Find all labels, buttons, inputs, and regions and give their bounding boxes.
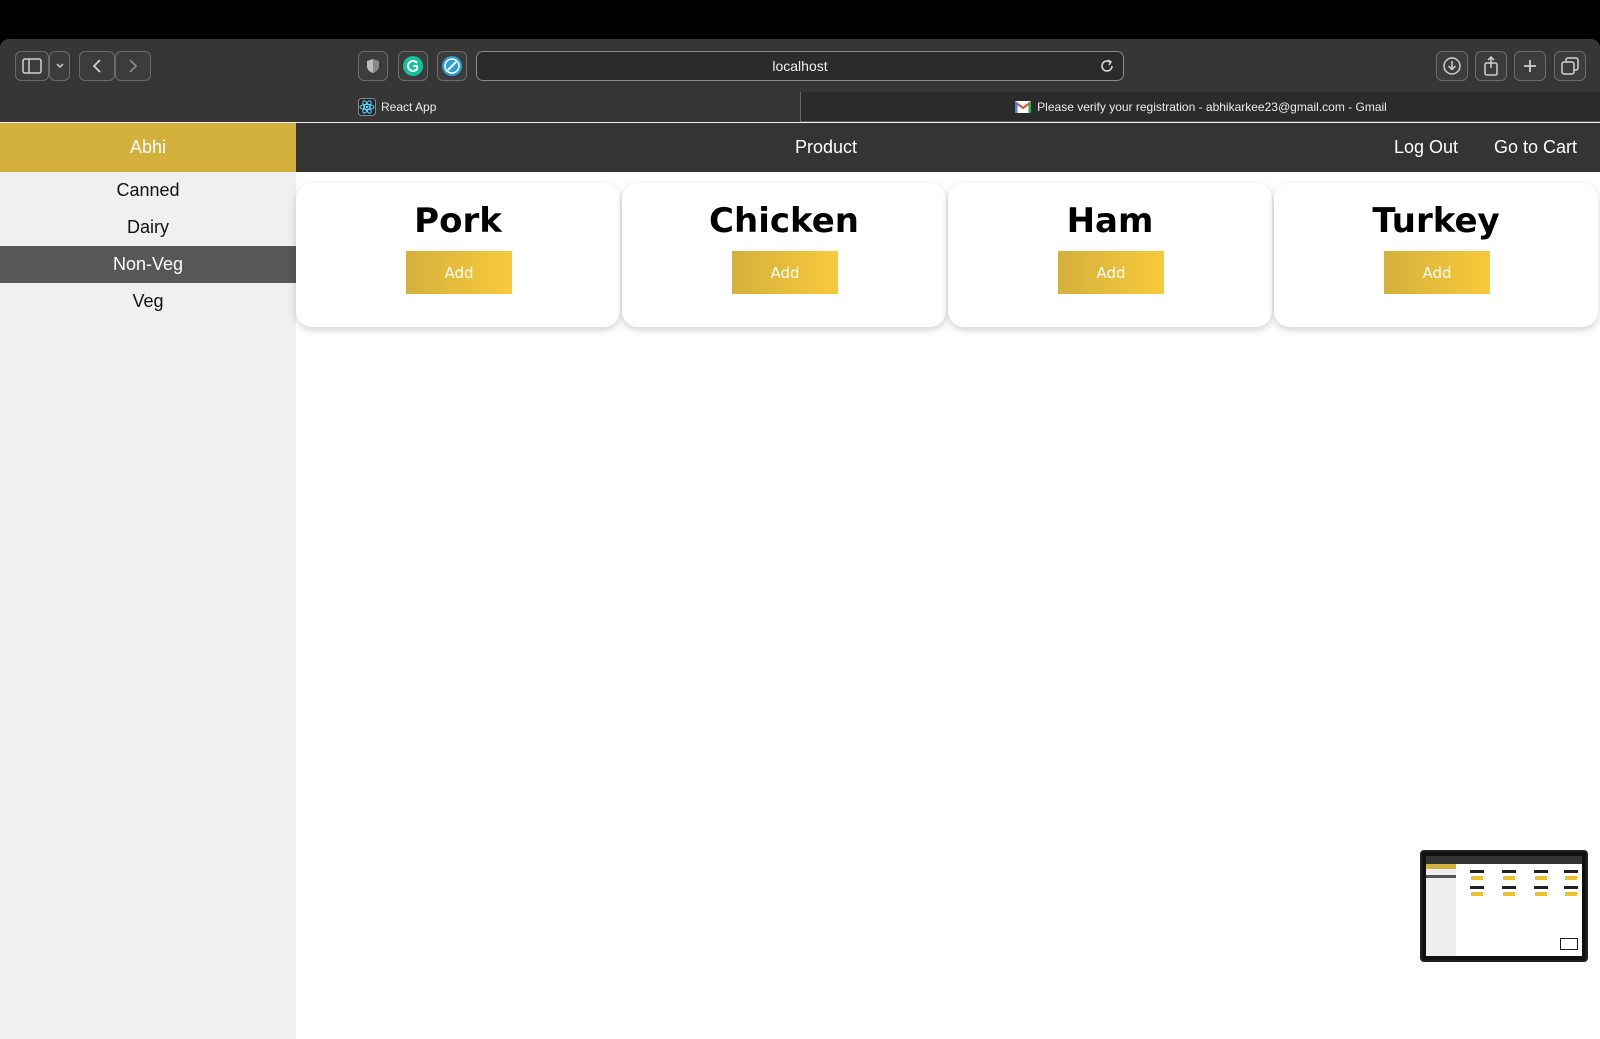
shield-icon (366, 58, 380, 74)
product-name: Pork (414, 201, 502, 241)
add-to-cart-button[interactable]: Add (1058, 251, 1164, 294)
download-icon (1442, 56, 1462, 76)
page-title: Product (794, 137, 858, 157)
new-tab-button[interactable] (1514, 51, 1546, 81)
app-header: Product Log Out Go to Cart (296, 123, 1600, 172)
category-canned[interactable]: Canned (0, 172, 296, 209)
chevron-down-icon (55, 62, 65, 70)
address-bar[interactable]: localhost (476, 51, 1124, 81)
privacy-extension-button[interactable] (358, 51, 388, 81)
compass-extension-button[interactable] (437, 51, 467, 81)
logout-link[interactable]: Log Out (1394, 123, 1458, 172)
add-to-cart-button[interactable]: Add (406, 251, 512, 294)
tab-gmail[interactable]: Please verify your registration - abhika… (800, 92, 1600, 122)
share-button[interactable] (1475, 51, 1507, 81)
sidebar-menu-button[interactable] (49, 51, 70, 81)
reload-icon[interactable] (1099, 58, 1115, 77)
browser-toolbar: localhost (0, 39, 1600, 92)
sidebar-username: Abhi (0, 123, 296, 172)
grammarly-extension-button[interactable] (398, 51, 428, 81)
grammarly-icon (402, 55, 424, 77)
go-to-cart-link[interactable]: Go to Cart (1494, 123, 1577, 172)
product-card: Chicken Add (622, 183, 946, 327)
category-veg[interactable]: Veg (0, 283, 296, 320)
chevron-right-icon (127, 58, 139, 74)
product-grid: Pork Add Chicken Add Ham Add Turkey Add (296, 183, 1600, 333)
tabs-icon (1561, 57, 1579, 75)
tab-label: Please verify your registration - abhika… (1037, 100, 1387, 114)
plus-icon (1522, 58, 1538, 74)
sidebar: Abhi Canned Dairy Non-Veg Veg (0, 123, 296, 1039)
product-card: Ham Add (948, 183, 1272, 327)
compass-icon (441, 55, 463, 77)
category-dairy[interactable]: Dairy (0, 209, 296, 246)
tab-label: React App (381, 100, 437, 114)
add-to-cart-button[interactable]: Add (1384, 251, 1490, 294)
downloads-button[interactable] (1436, 51, 1468, 81)
back-button[interactable] (79, 51, 115, 81)
screen-top-bar (0, 0, 1600, 39)
thumbnail-image (1426, 856, 1582, 956)
react-icon (358, 98, 376, 116)
chevron-left-icon (91, 58, 103, 74)
sidebar-icon (22, 58, 42, 74)
product-card: Pork Add (296, 183, 620, 327)
tab-bar: React App Please verify your registratio… (0, 92, 1600, 122)
url-text: localhost (772, 58, 828, 74)
product-card: Turkey Add (1274, 183, 1598, 327)
product-name: Turkey (1372, 201, 1500, 241)
screenshot-thumbnail-preview[interactable] (1420, 850, 1588, 962)
category-non-veg[interactable]: Non-Veg (0, 246, 296, 283)
forward-button[interactable] (115, 51, 151, 81)
share-icon (1482, 56, 1500, 76)
sidebar-toggle-button[interactable] (15, 51, 49, 81)
product-name: Chicken (709, 201, 859, 241)
tab-react-app[interactable]: React App (0, 92, 800, 122)
tab-overview-button[interactable] (1554, 51, 1586, 81)
page-content: Abhi Canned Dairy Non-Veg Veg Product Lo… (0, 123, 1600, 1039)
product-name: Ham (1066, 201, 1154, 241)
gmail-icon (1014, 98, 1032, 116)
browser-window: localhost React App Please verify your r… (0, 39, 1600, 1039)
add-to-cart-button[interactable]: Add (732, 251, 838, 294)
